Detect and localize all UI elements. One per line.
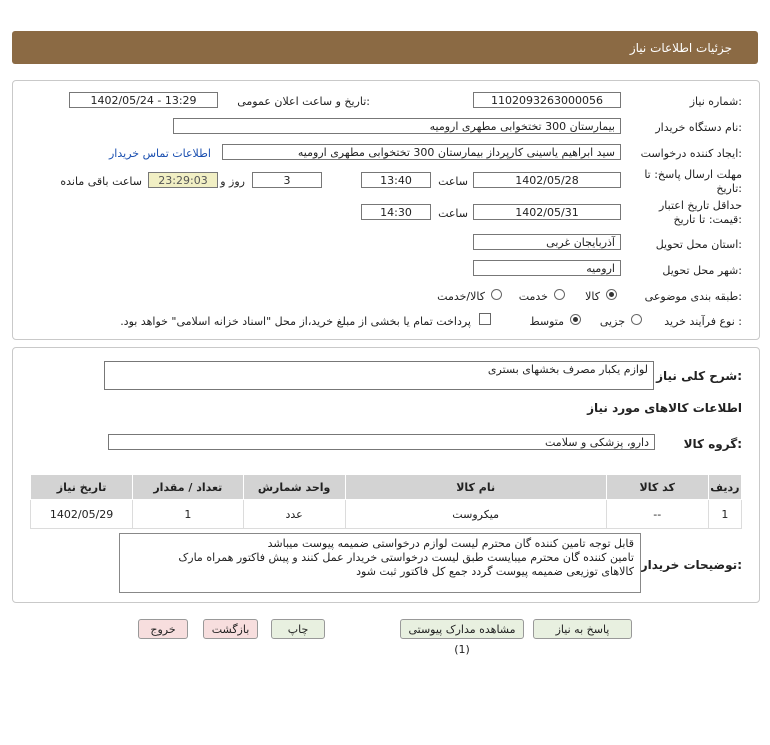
category-goods-service-radio[interactable] [491,289,502,300]
reply-date-field: 1402/05/28 [473,172,621,188]
back-button[interactable]: بازگشت [203,619,258,639]
reply-time-field: 13:40 [361,172,431,188]
treasury-payment-note: پرداخت تمام یا بخشی از مبلغ خرید،از محل … [120,315,471,328]
validity-date-field: 1402/05/31 [473,204,621,220]
print-button[interactable]: چاپ [271,619,325,639]
description-field: لوازم یکبار مصرف بخشهای بستری [104,361,654,390]
buyer-notes-box: قابل توجه تامین کننده گان محترم لیست لوا… [119,533,641,593]
items-table: ردیف کد کالا نام کالا واحد شمارش تعداد /… [29,474,743,529]
need-number-label: شماره نیاز: [689,95,742,108]
reply-deadline-label: مهلت ارسال پاسخ: تا تاریخ: [644,168,742,196]
col-date-header: تاریخ نیاز [29,474,134,500]
buyer-notes-line-2: تامین کننده گان محترم میبایست طبق لیست د… [178,551,634,564]
province-field: آذربایجان غربی [473,234,621,250]
col-name-header: نام کالا [344,474,607,500]
buyer-org-label: نام دستگاه خریدار: [655,121,742,134]
validity-label-line1: حداقل تاریخ اعتبار [658,199,742,212]
cell-name: میکروست [344,499,607,529]
view-attachments-button[interactable]: مشاهده مدارک پیوستی (1) [400,619,524,656]
goods-group-label: گروه کالا: [683,437,742,451]
category-goods-service-label: کالا/خدمت [437,290,485,303]
process-minor-label: جزیی [599,315,625,328]
city-field: ارومیه [473,260,621,276]
cell-unit: عدد [242,499,346,529]
col-code-header: کد کالا [605,474,709,500]
announce-date-field: 1402/05/24 - 13:29 [69,92,218,108]
category-goods-radio[interactable] [606,289,617,300]
remaining-label: ساعت باقی مانده [60,175,142,188]
treasury-payment-checkbox[interactable] [479,313,491,325]
requester-field: سید ابراهیم یاسینی کارپرداز بیمارستان 30… [222,144,621,160]
table-row: 1 -- میکروست عدد 1 1402/05/29 [29,499,743,529]
col-unit-header: واحد شمارش [242,474,346,500]
reply-deadline-label-line2: تاریخ: [716,182,742,195]
validity-label: حداقل تاریخ اعتبار قیمت: تا تاریخ: [659,199,742,227]
cell-date: 1402/05/29 [29,499,134,529]
buyer-contact-link[interactable]: اطلاعات تماس خریدار [109,147,211,160]
items-table-header: ردیف کد کالا نام کالا واحد شمارش تعداد /… [29,474,743,500]
days-label: روز و [220,175,245,188]
requester-label: ایجاد کننده درخواست: [640,147,742,160]
need-number-field: 1102093263000056 [473,92,621,108]
buyer-org-field: بیمارستان 300 تختخوابی مطهری ارومیه [173,118,621,134]
category-label: طبقه بندی موضوعی: [644,290,742,303]
announce-date-label: تاریخ و ساعت اعلان عمومی: [237,95,370,108]
validity-time-label: ساعت [438,207,468,220]
goods-section-title: اطلاعات کالاهای مورد نیاز [587,401,742,415]
cell-row: 1 [707,499,743,529]
process-label: نوع فرآیند خرید : [664,315,742,328]
goods-group-field: دارو، پزشکی و سلامت [108,434,655,450]
process-medium-radio[interactable] [570,314,581,325]
buyer-notes-line-1: قابل توجه تامین کننده گان محترم لیست لوا… [267,537,634,550]
cell-qty: 1 [132,499,244,529]
page-header: جزئیات اطلاعات نیاز [12,31,758,64]
province-label: استان محل تحویل: [655,238,742,251]
validity-label-line2: قیمت: تا تاریخ: [673,213,742,226]
buyer-notes-line-3: کالاهای توزیعی ضمیمه پیوست گردد جمع کل ف… [356,565,634,578]
cell-code: -- [605,499,709,529]
description-label: شرح کلی نیاز: [656,369,742,383]
process-medium-label: متوسط [529,315,564,328]
city-label: شهر محل تحویل: [662,264,742,277]
reply-button[interactable]: پاسخ به نیاز [533,619,632,639]
category-service-label: خدمت [518,290,548,303]
reply-deadline-label-line1: مهلت ارسال پاسخ: تا [644,168,742,181]
category-goods-label: کالا [585,290,600,303]
category-service-radio[interactable] [554,289,565,300]
reply-time-label: ساعت [438,175,468,188]
buyer-notes-label: توضیحات خریدار: [640,558,742,572]
page-title: جزئیات اطلاعات نیاز [629,41,732,55]
validity-time-field: 14:30 [361,204,431,220]
days-field: 3 [252,172,322,188]
process-minor-radio[interactable] [631,314,642,325]
col-qty-header: تعداد / مقدار [132,474,244,500]
exit-button[interactable]: خروج [138,619,188,639]
remaining-time-field: 23:29:03 [148,172,218,188]
col-row-header: ردیف [707,474,743,500]
